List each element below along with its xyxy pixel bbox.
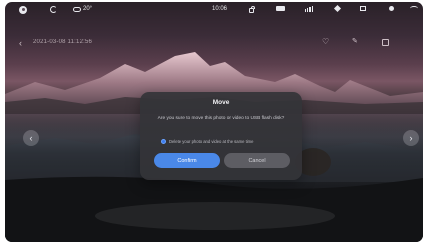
cloud-icon xyxy=(73,6,81,12)
battery-icon xyxy=(276,6,285,11)
confirm-button[interactable]: Confirm xyxy=(154,153,220,168)
volume-icon xyxy=(389,6,394,11)
wifi-icon xyxy=(410,6,418,11)
signal-icon xyxy=(305,6,313,12)
favorite-icon[interactable]: ♡ xyxy=(322,37,330,46)
sync-status xyxy=(50,6,57,13)
delete-original-label: Delete your photo and video at the same … xyxy=(169,139,254,144)
signal-status xyxy=(305,6,313,12)
screen-icon xyxy=(360,6,366,11)
wifi-status[interactable] xyxy=(410,6,418,11)
dialog-title: Move xyxy=(212,99,230,106)
clock: 10:06 xyxy=(212,6,227,12)
lock-icon xyxy=(249,6,255,13)
next-photo-button[interactable]: › xyxy=(403,130,419,146)
photo-frame-screen: 20° 10:06 ‹ 2021-03-08 11:12:56 ♡ ✎ ‹ › … xyxy=(5,2,423,242)
move-dialog: Move Are you sure to move this photo or … xyxy=(140,92,302,180)
avatar[interactable] xyxy=(19,6,27,14)
delete-original-option[interactable]: Delete your photo and video at the same … xyxy=(161,139,254,144)
avatar-icon xyxy=(19,6,27,14)
dialog-message: Are you sure to move this photo or video… xyxy=(157,116,285,121)
lock-button[interactable] xyxy=(249,6,255,13)
time-label: 10:06 xyxy=(212,6,228,12)
weather-temperature: 20° xyxy=(83,6,93,12)
cancel-button[interactable]: Cancel xyxy=(224,153,290,168)
settings-button[interactable] xyxy=(333,4,342,13)
sync-icon xyxy=(50,6,57,13)
weather: 20° xyxy=(73,6,92,12)
edit-icon[interactable]: ✎ xyxy=(352,37,360,45)
chevron-left-icon: ‹ xyxy=(29,133,33,143)
status-bar: 20° 10:06 xyxy=(5,2,423,20)
delete-icon[interactable] xyxy=(382,39,389,46)
back-button[interactable]: ‹ xyxy=(19,38,22,48)
screen-button[interactable] xyxy=(360,6,366,11)
radio-icon[interactable] xyxy=(161,139,166,144)
chevron-right-icon: › xyxy=(409,133,413,143)
battery-status xyxy=(276,6,285,11)
previous-photo-button[interactable]: ‹ xyxy=(23,130,39,146)
photo-date-title: 2021-03-08 11:12:56 xyxy=(33,39,93,45)
volume-button[interactable] xyxy=(389,6,394,11)
diamond-icon xyxy=(333,4,342,13)
photo-toolbar: ‹ 2021-03-08 11:12:56 ♡ ✎ xyxy=(5,36,423,52)
